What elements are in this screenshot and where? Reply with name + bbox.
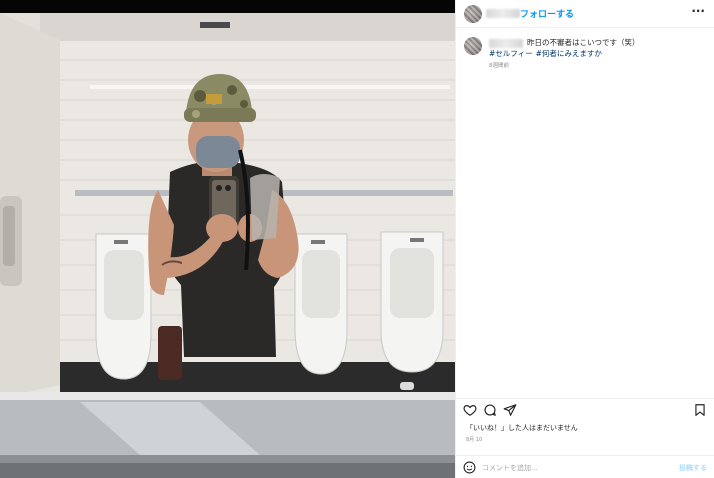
mirror-selfie-image — [0, 0, 455, 478]
comment-input[interactable] — [482, 460, 672, 475]
bookmark-icon[interactable] — [693, 403, 707, 417]
instagram-post-modal: フォローする ··· 昨日の不審者はこいつです（笑） #セルフィー #何者にみえま… — [0, 0, 714, 478]
posted-date: 8月 10 — [466, 437, 483, 443]
post-photo — [0, 0, 455, 478]
post-comment-button[interactable]: 投稿する — [679, 463, 707, 473]
caption: 昨日の不審者はこいつです（笑） #セルフィー #何者にみえますか — [489, 37, 709, 59]
heart-icon[interactable] — [463, 403, 477, 417]
caption-avatar[interactable] — [464, 37, 482, 55]
avatar[interactable] — [464, 5, 482, 23]
comment-bar: 投稿する — [456, 455, 714, 478]
caption-timestamp: 8週間前 — [489, 63, 509, 69]
action-bar — [456, 398, 714, 418]
caption-hashtags: #セルフィー #何者にみえますか — [489, 48, 709, 59]
post-header: フォローする ··· — [456, 0, 714, 28]
post-side-panel: フォローする ··· 昨日の不審者はこいつです（笑） #セルフィー #何者にみえま… — [455, 0, 714, 478]
hashtag-link[interactable]: #セルフィー — [489, 49, 533, 58]
comment-icon[interactable] — [483, 403, 497, 417]
share-icon[interactable] — [503, 403, 517, 417]
caption-text: 昨日の不審者はこいつです（笑） — [527, 38, 640, 47]
smiley-icon[interactable] — [463, 461, 476, 474]
likes-text[interactable]: 「いいね！」した人はまだいません — [466, 423, 578, 433]
more-options-icon[interactable]: ··· — [691, 4, 705, 18]
follow-button[interactable]: フォローする — [520, 7, 574, 20]
username-obscured[interactable] — [486, 9, 520, 18]
hashtag-link[interactable]: #何者にみえますか — [536, 49, 602, 58]
